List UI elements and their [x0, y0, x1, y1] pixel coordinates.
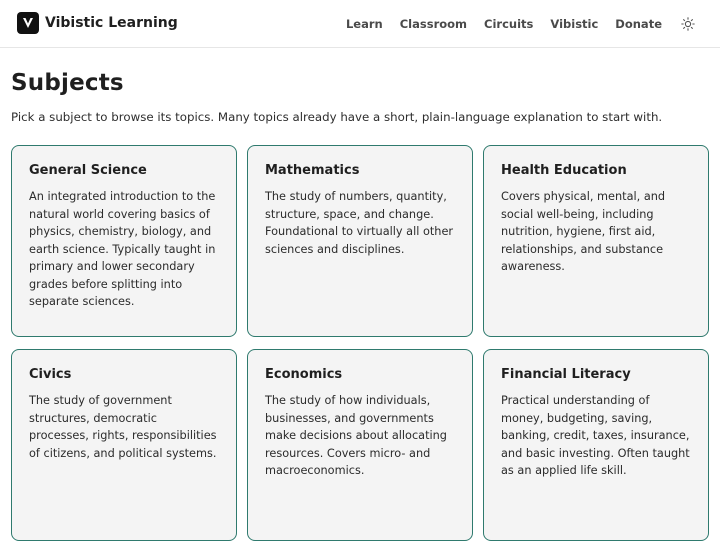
subject-title: Mathematics [265, 163, 360, 178]
subject-title: Financial Literacy [501, 367, 631, 382]
subject-card-economics[interactable]: Economics The study of how individuals, … [247, 349, 473, 541]
nav-circuits[interactable]: Circuits [484, 17, 533, 31]
subject-title: Civics [29, 367, 72, 382]
subject-card-financial-literacy[interactable]: Financial Literacy Practical understandi… [483, 349, 709, 541]
page-title: Subjects [11, 70, 124, 96]
theme-toggle-sun-icon[interactable] [681, 17, 695, 31]
subject-card-health-education[interactable]: Health Education Covers physical, mental… [483, 145, 709, 337]
subject-description: The study of government structures, demo… [29, 394, 217, 460]
subject-description: Covers physical, mental, and social well… [501, 190, 666, 273]
subject-title: General Science [29, 163, 147, 178]
page-subtitle: Pick a subject to browse its topics. Man… [11, 110, 663, 124]
subject-description: The study of numbers, quantity, structur… [265, 190, 454, 256]
subject-card-general-science[interactable]: General Science An integrated introducti… [11, 145, 237, 337]
subject-title: Economics [265, 367, 343, 382]
subject-description: Practical understanding of money, budget… [501, 394, 690, 477]
subject-card-mathematics[interactable]: Mathematics The study of numbers, quanti… [247, 145, 473, 337]
subject-card-civics[interactable]: Civics The study of government structure… [11, 349, 237, 541]
subject-description: An integrated introduction to the natura… [29, 190, 216, 308]
top-navigation-bar: Vibistic Learning Learn Classroom Circui… [0, 0, 720, 48]
main-content: Subjects Pick a subject to browse its to… [11, 70, 709, 541]
nav-donate[interactable]: Donate [615, 17, 662, 31]
nav-classroom[interactable]: Classroom [400, 17, 467, 31]
brand-name: Vibistic Learning [45, 15, 178, 31]
brand-link[interactable]: Vibistic Learning [17, 12, 178, 34]
logo-icon [17, 12, 39, 34]
subject-description: The study of how individuals, businesses… [265, 394, 447, 477]
subject-title: Health Education [501, 163, 627, 178]
nav-learn[interactable]: Learn [346, 17, 383, 31]
nav-vibistic[interactable]: Vibistic [550, 17, 598, 31]
main-nav: Learn Classroom Circuits Vibistic Donate [346, 0, 720, 48]
